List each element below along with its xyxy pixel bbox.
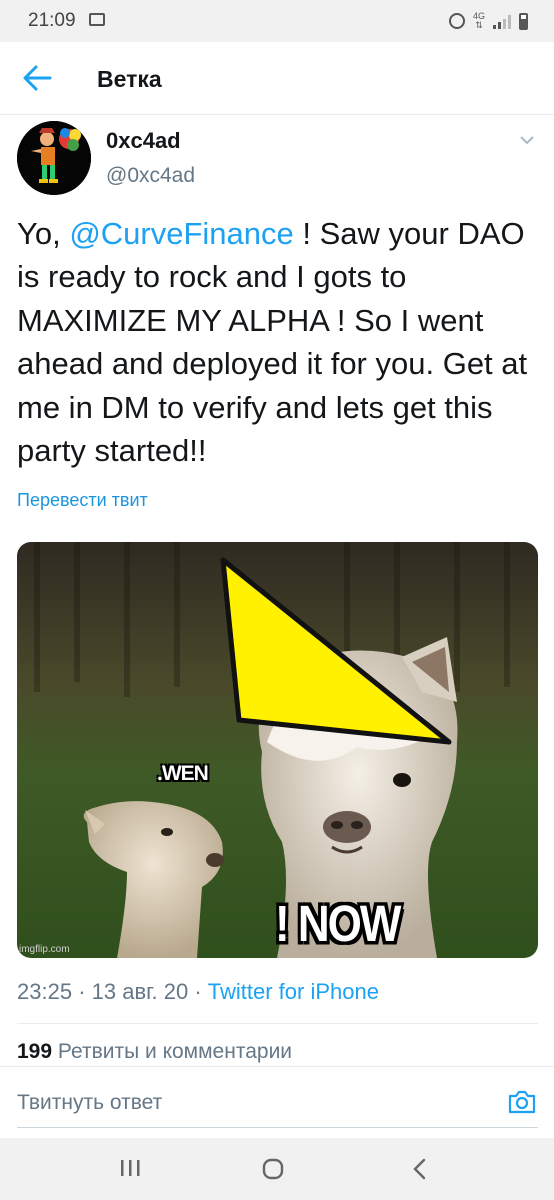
network-type: 4G ⇅ (472, 11, 485, 30)
meme-caption-top: .WEN (157, 762, 209, 785)
status-bar: 21:09 4G ⇅ (0, 0, 554, 42)
camera-icon[interactable] (507, 1089, 537, 1115)
mention-link[interactable]: @CurveFinance (69, 216, 293, 251)
retweets-label: Ретвиты и комментарии (57, 1040, 293, 1063)
meta-separator: · (194, 979, 202, 1004)
tweet-meta: 23:25 · 13 авг. 20 · Twitter for iPhone (17, 979, 379, 1005)
status-time: 21:09 (28, 10, 76, 31)
header-divider (0, 114, 554, 115)
tweet-image[interactable]: .WEN ! NOW imgflip.com (17, 542, 538, 958)
tweet-source-link[interactable]: Twitter for iPhone (208, 979, 379, 1004)
page-title: Ветка (97, 66, 162, 92)
translate-tweet-link[interactable]: Перевести твит (17, 490, 148, 511)
author-display-name[interactable]: 0xc4ad (106, 128, 181, 154)
reply-bar: Твитнуть ответ (0, 1066, 554, 1139)
tweet-date: 13 авг. 20 (91, 979, 189, 1004)
arrow-left-icon[interactable] (22, 64, 52, 92)
status-icons: 4G ⇅ (448, 11, 528, 30)
recent-apps-icon[interactable] (119, 1158, 141, 1178)
meta-divider (17, 1023, 538, 1024)
avatar[interactable] (17, 121, 91, 195)
retweets-count: 199 (17, 1040, 53, 1063)
image-watermark: imgflip.com (19, 944, 70, 955)
tweet-text-start: Yo, (17, 216, 70, 251)
image-icon (89, 13, 105, 26)
back-icon[interactable] (412, 1158, 426, 1180)
reply-input[interactable]: Твитнуть ответ (17, 1091, 162, 1115)
tweet-text: Yo, @CurveFinance ! Saw your DAO is read… (17, 212, 542, 472)
chevron-down-icon[interactable] (519, 134, 535, 146)
author-handle[interactable]: @0xc4ad (106, 164, 195, 188)
retweets-stat[interactable]: 199 Ретвиты и комментарии (17, 1040, 292, 1066)
meta-separator: · (78, 979, 86, 1004)
signal-icon (493, 13, 511, 29)
app-bar: Ветка (0, 42, 554, 114)
home-icon[interactable] (262, 1158, 284, 1180)
system-nav-bar (0, 1138, 554, 1200)
tweet-text-rest: ! Saw your DAO is ready to rock and I go… (17, 216, 528, 469)
tweet-time: 23:25 (17, 979, 73, 1004)
alarm-icon (448, 13, 465, 29)
meme-caption-bottom: ! NOW (275, 896, 401, 953)
reply-underline (17, 1127, 538, 1128)
battery-icon (519, 12, 528, 30)
